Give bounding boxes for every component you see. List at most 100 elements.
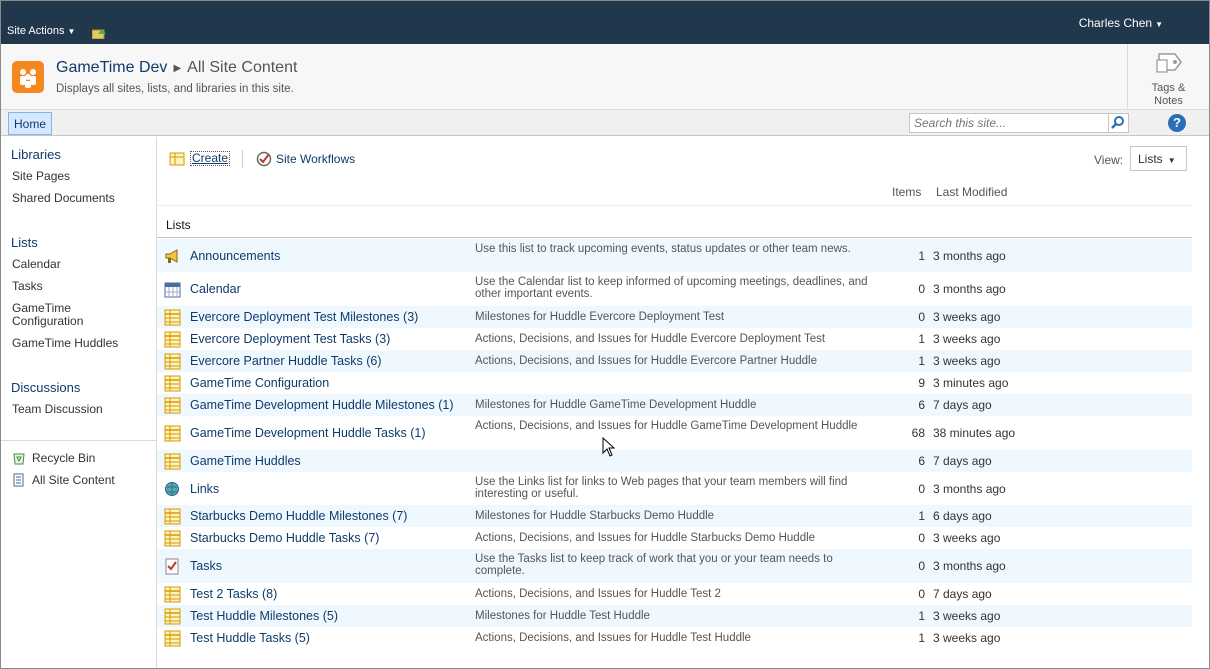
navigate-up-icon[interactable] xyxy=(92,27,106,39)
tags-label-line2: Notes xyxy=(1154,95,1183,107)
create-button[interactable]: Create xyxy=(190,151,231,166)
list-last-modified: 7 days ago xyxy=(933,398,992,412)
list-name-link[interactable]: Evercore Deployment Test Tasks (3) xyxy=(190,332,390,346)
list-name-link[interactable]: Evercore Partner Huddle Tasks (6) xyxy=(190,354,382,368)
list-description: Actions, Decisions, and Issues for Huddl… xyxy=(475,588,721,600)
list-item-count: 1 xyxy=(918,509,925,523)
view-value: Lists xyxy=(1138,152,1163,166)
column-header-items[interactable]: Items xyxy=(892,185,921,199)
list-description: Milestones for Huddle Starbucks Demo Hud… xyxy=(475,510,715,522)
nav-item-gametime-configuration[interactable]: GameTime Configuration xyxy=(12,302,122,328)
list-item-count: 68 xyxy=(911,426,925,440)
tags-notes-label: Tags & Notes xyxy=(1128,82,1209,108)
list-name-link[interactable]: Links xyxy=(190,482,219,496)
table-row: Announcements Use this list to track upco… xyxy=(157,239,1192,272)
nav-item-shared-documents[interactable]: Shared Documents xyxy=(12,192,115,205)
list-icon xyxy=(164,309,181,326)
table-row: Evercore Partner Huddle Tasks (6) Actions… xyxy=(157,350,1192,372)
breadcrumb-site-link[interactable]: GameTime Dev xyxy=(56,59,167,76)
nav-item-gametime-huddles[interactable]: GameTime Huddles xyxy=(12,337,118,350)
list-name-link[interactable]: Announcements xyxy=(190,249,280,263)
site-actions-label: Site Actions xyxy=(7,25,65,37)
list-last-modified: 3 weeks ago xyxy=(933,332,1001,346)
mouse-cursor-icon xyxy=(602,437,616,457)
list-description: Use the Calendar list to keep informed o… xyxy=(475,276,868,300)
list-item-count: 0 xyxy=(918,282,925,296)
nav-item-team-discussion[interactable]: Team Discussion xyxy=(12,403,103,416)
tags-notes-button[interactable]: Tags & Notes xyxy=(1127,44,1209,110)
list-name-link[interactable]: Evercore Deployment Test Milestones (3) xyxy=(190,310,418,324)
toolbar-divider xyxy=(242,150,243,168)
search-button[interactable] xyxy=(1109,113,1129,133)
list-last-modified: 6 days ago xyxy=(933,509,992,523)
tab-home[interactable]: Home xyxy=(8,112,53,135)
nav-divider xyxy=(1,440,156,441)
nav-heading-libraries[interactable]: Libraries xyxy=(11,147,61,162)
list-description: Milestones for Huddle GameTime Developme… xyxy=(475,399,757,411)
list-last-modified: 3 weeks ago xyxy=(933,310,1001,324)
tag-icon xyxy=(1156,53,1182,73)
nav-item-tasks[interactable]: Tasks xyxy=(12,280,43,293)
table-row: Links Use the Links list for links to Web… xyxy=(157,472,1192,505)
nav-item-all-site-content[interactable]: All Site Content xyxy=(32,474,115,487)
nav-heading-lists[interactable]: Lists xyxy=(11,235,38,250)
list-icon xyxy=(164,530,181,547)
list-item-count: 6 xyxy=(918,398,925,412)
nav-item-calendar[interactable]: Calendar xyxy=(12,258,61,271)
list-description: Actions, Decisions, and Issues for Huddl… xyxy=(475,355,817,367)
list-name-link[interactable]: Calendar xyxy=(190,282,241,296)
ribbon-bar: Site Actions ▼ Charles Chen ▼ xyxy=(1,1,1209,44)
nav-item-site-pages[interactable]: Site Pages xyxy=(12,170,70,183)
list-name-link[interactable]: Starbucks Demo Huddle Tasks (7) xyxy=(190,531,379,545)
list-description: Actions, Decisions, and Issues for Huddl… xyxy=(475,333,826,345)
top-navigation: Home ? xyxy=(1,110,1209,136)
user-menu[interactable]: Charles Chen ▼ xyxy=(1079,16,1163,30)
table-row: GameTime Development Huddle Milestones (… xyxy=(157,394,1192,416)
quick-launch: Libraries Site Pages Shared Documents Li… xyxy=(1,137,157,668)
chevron-down-icon: ▼ xyxy=(1167,156,1176,165)
all-content-icon xyxy=(13,473,24,487)
breadcrumb: GameTime Dev ▶ All Site Content xyxy=(56,59,297,77)
header-divider xyxy=(157,205,1192,206)
table-row: Test Huddle Milestones (5) Milestones for… xyxy=(157,605,1192,627)
table-row: GameTime Development Huddle Tasks (1) Act… xyxy=(157,416,1192,450)
list-name-link[interactable]: Test Huddle Tasks (5) xyxy=(190,631,310,645)
chevron-down-icon: ▼ xyxy=(67,27,76,36)
list-name-link[interactable]: Starbucks Demo Huddle Milestones (7) xyxy=(190,509,407,523)
list-name-link[interactable]: Test 2 Tasks (8) xyxy=(190,587,277,601)
list-icon xyxy=(164,397,181,414)
list-last-modified: 3 months ago xyxy=(933,249,1006,263)
table-row: GameTime Configuration 9 3 minutes ago xyxy=(157,372,1192,394)
tags-label-line1: Tags & xyxy=(1151,82,1186,94)
list-name-link[interactable]: GameTime Development Huddle Milestones (… xyxy=(190,398,454,412)
list-item-count: 0 xyxy=(918,559,925,573)
view-dropdown[interactable]: Lists ▼ xyxy=(1130,146,1187,171)
list-name-link[interactable]: GameTime Huddles xyxy=(190,454,301,468)
view-label: View: xyxy=(1094,153,1124,167)
list-last-modified: 3 weeks ago xyxy=(933,531,1001,545)
nav-heading-discussions[interactable]: Discussions xyxy=(11,380,80,395)
chevron-down-icon: ▼ xyxy=(1155,20,1163,29)
list-last-modified: 38 minutes ago xyxy=(933,426,1016,440)
list-icon xyxy=(164,331,181,348)
list-last-modified: 3 months ago xyxy=(933,482,1006,496)
list-description: Use the Links list for links to Web page… xyxy=(475,476,848,500)
section-divider xyxy=(157,237,1192,238)
tasks-icon xyxy=(165,558,179,575)
site-workflows-button[interactable]: Site Workflows xyxy=(276,152,355,166)
list-name-link[interactable]: Tasks xyxy=(190,559,222,573)
help-icon[interactable]: ? xyxy=(1168,114,1186,132)
list-description: Use this list to track upcoming events, … xyxy=(475,243,851,255)
list-icon xyxy=(164,630,181,647)
site-actions-menu[interactable]: Site Actions ▼ xyxy=(7,25,75,37)
search-input[interactable] xyxy=(909,113,1109,133)
links-icon xyxy=(165,482,179,496)
list-last-modified: 3 weeks ago xyxy=(933,631,1001,645)
list-name-link[interactable]: GameTime Configuration xyxy=(190,376,329,390)
table-row: Starbucks Demo Huddle Milestones (7) Mile… xyxy=(157,505,1192,527)
nav-item-recycle-bin[interactable]: Recycle Bin xyxy=(32,452,95,465)
list-name-link[interactable]: Test Huddle Milestones (5) xyxy=(190,609,338,623)
column-header-last-modified[interactable]: Last Modified xyxy=(936,185,1007,199)
list-last-modified: 3 months ago xyxy=(933,282,1006,296)
list-name-link[interactable]: GameTime Development Huddle Tasks (1) xyxy=(190,426,426,440)
